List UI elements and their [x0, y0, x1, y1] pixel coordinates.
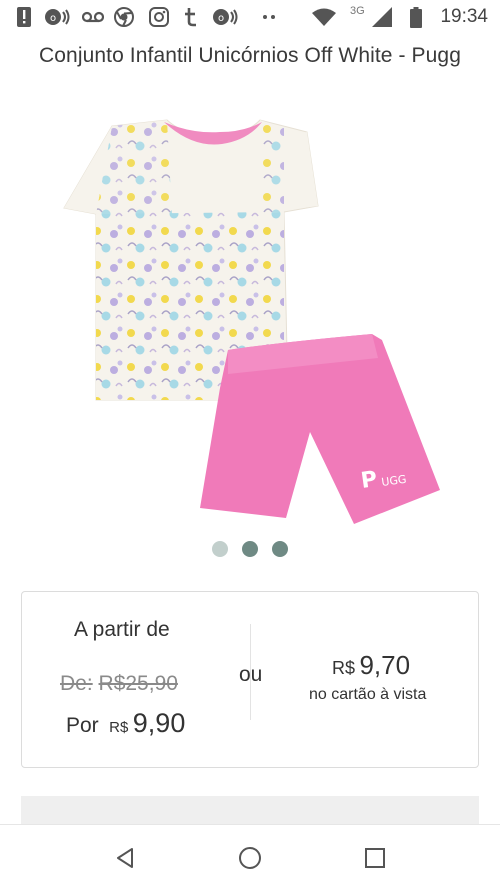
network-type: 3G: [350, 5, 365, 17]
current-price-label: Por: [66, 714, 99, 737]
voicemail-icon: [82, 7, 104, 27]
page-title: Conjunto Infantil Unicórnios Off White -…: [39, 44, 461, 67]
svg-text:P: P: [359, 467, 378, 494]
chrome-icon: [114, 7, 134, 27]
carousel-dot[interactable]: [272, 541, 288, 557]
status-bar: o o 3G 19:34: [0, 0, 500, 34]
card-price-currency: R$: [332, 658, 356, 678]
carousel-dot[interactable]: [242, 541, 258, 557]
or-label: ou: [239, 663, 263, 686]
alert-icon: [17, 7, 31, 27]
wifi-icon: [312, 7, 336, 27]
battery-icon: [410, 6, 422, 28]
price-box: A partir de De: R$25,90 Por R$ 9,90 ou R…: [21, 591, 479, 768]
card-price-value: 9,70: [359, 650, 411, 680]
radio-icon: o: [212, 7, 238, 27]
back-icon[interactable]: [110, 843, 140, 873]
clock: 19:34: [440, 6, 488, 27]
recents-icon[interactable]: [360, 843, 390, 873]
old-price: De: R$25,90: [60, 672, 178, 696]
more-dots-icon: [262, 7, 276, 27]
svg-text:o: o: [50, 13, 56, 24]
carousel-dot[interactable]: [212, 541, 228, 557]
tumblr-icon: [184, 7, 198, 27]
home-icon[interactable]: [235, 843, 265, 873]
carousel-dots: [0, 541, 500, 557]
old-price-value: R$25,90: [98, 672, 178, 695]
radio-icon: o: [44, 7, 70, 27]
product-image[interactable]: P UGG: [22, 88, 478, 562]
signal-icon: [372, 7, 392, 27]
old-price-label: De:: [60, 672, 93, 695]
price-left-column: A partir de De: R$25,90 Por R$ 9,90: [22, 592, 250, 767]
card-price: R$ 9,70: [332, 650, 410, 681]
from-label: A partir de: [74, 618, 170, 641]
navigation-bar: [0, 824, 500, 889]
instagram-icon: [149, 7, 169, 27]
current-price-value: 9,90: [132, 708, 186, 738]
current-price-currency: R$: [109, 719, 129, 736]
current-price: Por R$ 9,90: [66, 708, 185, 739]
card-price-note: no cartão à vista: [309, 686, 427, 703]
next-section: [21, 796, 479, 826]
svg-text:o: o: [218, 13, 224, 24]
